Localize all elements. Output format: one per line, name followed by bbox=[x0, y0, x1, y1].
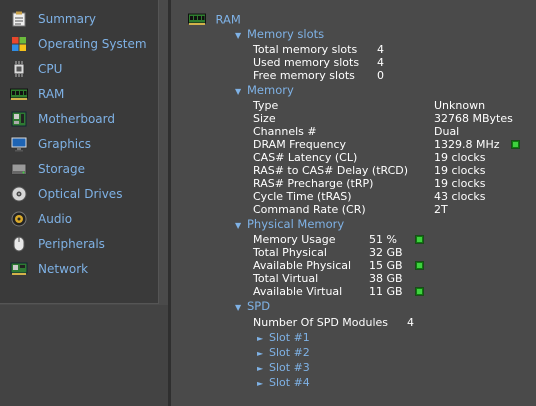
ram-module-icon bbox=[188, 13, 206, 28]
section-heading: SPD bbox=[247, 299, 271, 313]
page-title: RAM bbox=[188, 13, 241, 26]
sidebar-item-label: Audio bbox=[38, 212, 73, 226]
speaker-icon bbox=[10, 210, 28, 228]
mouse-icon bbox=[10, 235, 28, 253]
expand-triangle-icon: ► bbox=[257, 334, 264, 343]
ram-module-icon bbox=[10, 85, 28, 103]
list-item: Available Virtual 11 GB bbox=[253, 285, 424, 298]
list-item: Memory Usage 51 % bbox=[253, 233, 424, 246]
list-item: Total Virtual 38 GB bbox=[253, 272, 403, 285]
network-card-icon bbox=[10, 260, 28, 278]
list-item: Free memory slots 0 bbox=[253, 69, 384, 82]
spd-slot-2[interactable]: ► Slot #2 bbox=[257, 346, 310, 359]
list-item: Cycle Time (tRAS) 43 clocks bbox=[253, 190, 486, 203]
list-item: Total memory slots 4 bbox=[253, 43, 384, 56]
list-item: DRAM Frequency 1329.8 MHz bbox=[253, 138, 520, 151]
list-item: Available Physical 15 GB bbox=[253, 259, 424, 272]
section-heading: Memory bbox=[247, 83, 294, 97]
status-led-icon[interactable] bbox=[415, 261, 424, 270]
list-item: Channels # Dual bbox=[253, 125, 460, 138]
sidebar-item-operating-system[interactable]: Operating System bbox=[10, 34, 155, 54]
section-spd[interactable]: ▼ SPD bbox=[235, 300, 270, 313]
list-item: Number Of SPD Modules 4 bbox=[253, 316, 414, 329]
windows-logo-icon bbox=[10, 35, 28, 53]
status-led-icon[interactable] bbox=[415, 235, 424, 244]
sidebar-item-label: CPU bbox=[38, 62, 63, 76]
list-item: Size 32768 MBytes bbox=[253, 112, 513, 125]
sidebar-item-label: Operating System bbox=[38, 37, 147, 51]
expand-triangle-icon: ► bbox=[257, 379, 264, 388]
sidebar-item-graphics[interactable]: Graphics bbox=[10, 134, 155, 154]
motherboard-icon bbox=[10, 110, 28, 128]
sidebar: Summary Operating System CPU RAM Motherb… bbox=[0, 0, 159, 304]
optical-disc-icon bbox=[10, 185, 28, 203]
sidebar-item-peripherals[interactable]: Peripherals bbox=[10, 234, 155, 254]
spd-slot-4[interactable]: ► Slot #4 bbox=[257, 376, 310, 389]
section-memory-slots[interactable]: ▼ Memory slots bbox=[235, 28, 324, 41]
sidebar-item-summary[interactable]: Summary bbox=[10, 9, 155, 29]
list-item: RAS# Precharge (tRP) 19 clocks bbox=[253, 177, 486, 190]
list-item: Used memory slots 4 bbox=[253, 56, 384, 69]
section-heading: Physical Memory bbox=[247, 217, 345, 231]
sidebar-item-label: Peripherals bbox=[38, 237, 105, 251]
sidebar-item-label: Graphics bbox=[38, 137, 91, 151]
status-led-icon[interactable] bbox=[415, 287, 424, 296]
sidebar-empty-area bbox=[0, 305, 168, 406]
sidebar-item-label: Optical Drives bbox=[38, 187, 123, 201]
spd-slot-1[interactable]: ► Slot #1 bbox=[257, 331, 310, 344]
sidebar-item-network[interactable]: Network bbox=[10, 259, 155, 279]
clipboard-icon bbox=[10, 10, 28, 28]
sidebar-item-motherboard[interactable]: Motherboard bbox=[10, 109, 155, 129]
sidebar-item-ram[interactable]: RAM bbox=[10, 84, 155, 104]
spd-slot-3[interactable]: ► Slot #3 bbox=[257, 361, 310, 374]
sidebar-item-storage[interactable]: Storage bbox=[10, 159, 155, 179]
sidebar-item-label: Storage bbox=[38, 162, 85, 176]
section-memory[interactable]: ▼ Memory bbox=[235, 84, 294, 97]
section-heading: Memory slots bbox=[247, 27, 325, 41]
expand-triangle-icon: ► bbox=[257, 364, 264, 373]
sidebar-item-label: RAM bbox=[38, 87, 65, 101]
hard-drive-icon bbox=[10, 160, 28, 178]
sidebar-item-label: Network bbox=[38, 262, 89, 276]
list-item: Type Unknown bbox=[253, 99, 486, 112]
status-led-icon[interactable] bbox=[511, 140, 520, 149]
expand-triangle-icon: ► bbox=[257, 349, 264, 358]
list-item: Command Rate (CR) 2T bbox=[253, 203, 448, 216]
ram-details-panel: RAM ▼ Memory slots Total memory slots 4 Us… bbox=[171, 0, 536, 406]
list-item: RAS# to CAS# Delay (tRCD) 19 clocks bbox=[253, 164, 486, 177]
collapse-triangle-icon: ▼ bbox=[235, 31, 242, 40]
collapse-triangle-icon: ▼ bbox=[235, 87, 242, 96]
sidebar-item-label: Summary bbox=[38, 12, 96, 26]
list-item: Total Physical 32 GB bbox=[253, 246, 403, 259]
list-item: CAS# Latency (CL) 19 clocks bbox=[253, 151, 486, 164]
page-title-label: RAM bbox=[215, 12, 241, 27]
monitor-icon bbox=[10, 135, 28, 153]
sidebar-item-optical-drives[interactable]: Optical Drives bbox=[10, 184, 155, 204]
section-physical-memory[interactable]: ▼ Physical Memory bbox=[235, 218, 344, 231]
cpu-chip-icon bbox=[10, 60, 28, 78]
sidebar-item-label: Motherboard bbox=[38, 112, 115, 126]
sidebar-item-audio[interactable]: Audio bbox=[10, 209, 155, 229]
collapse-triangle-icon: ▼ bbox=[235, 221, 242, 230]
sidebar-item-cpu[interactable]: CPU bbox=[10, 59, 155, 79]
collapse-triangle-icon: ▼ bbox=[235, 303, 242, 312]
